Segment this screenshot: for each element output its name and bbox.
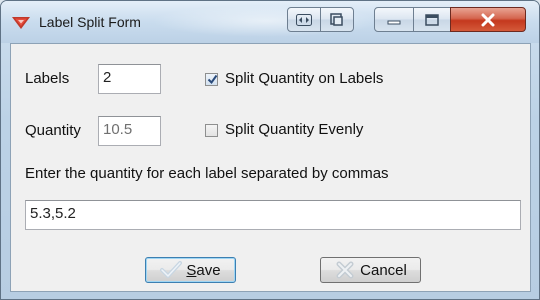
instruction-text: Enter the quantity for each label separa… <box>25 165 389 182</box>
labels-input[interactable]: 2 <box>98 64 161 94</box>
title-bar[interactable]: Label Split Form <box>1 1 539 43</box>
checkmark-icon <box>207 74 218 85</box>
maximize-button[interactable] <box>413 7 451 32</box>
save-button[interactable]: Save <box>145 257 236 283</box>
close-icon <box>481 13 495 26</box>
cancel-button[interactable]: Cancel <box>320 257 421 283</box>
app-logo-icon <box>12 17 30 29</box>
form-body: Labels 2 Split Quantity on Labels Quanti… <box>10 43 531 292</box>
labels-label: Labels <box>25 70 70 87</box>
resize-icon <box>296 13 312 26</box>
restore-icon <box>330 12 343 26</box>
quantity-input[interactable]: 10.5 <box>98 116 161 146</box>
cross-icon <box>336 261 354 279</box>
save-button-label: Save <box>186 261 221 279</box>
split-evenly-checkbox[interactable] <box>205 124 218 137</box>
label-quantities-input[interactable]: 5.3,5.2 <box>25 200 521 230</box>
split-on-labels-checkbox[interactable] <box>205 73 218 86</box>
maximize-icon <box>425 13 439 26</box>
restore-button[interactable] <box>320 7 354 32</box>
cancel-button-label: Cancel <box>360 261 407 279</box>
quantity-label: Quantity <box>25 122 81 139</box>
split-on-labels-label[interactable]: Split Quantity on Labels <box>225 70 383 87</box>
checkmark-icon <box>160 261 183 278</box>
label-split-form-window: Label Split Form Labels 2 Split Quantity… <box>0 0 540 300</box>
minimize-button[interactable] <box>374 7 414 32</box>
window-title: Label Split Form <box>39 14 141 30</box>
close-button[interactable] <box>450 7 526 32</box>
resize-button[interactable] <box>287 7 321 32</box>
minimize-icon <box>387 20 401 24</box>
split-evenly-label[interactable]: Split Quantity Evenly <box>225 121 363 138</box>
